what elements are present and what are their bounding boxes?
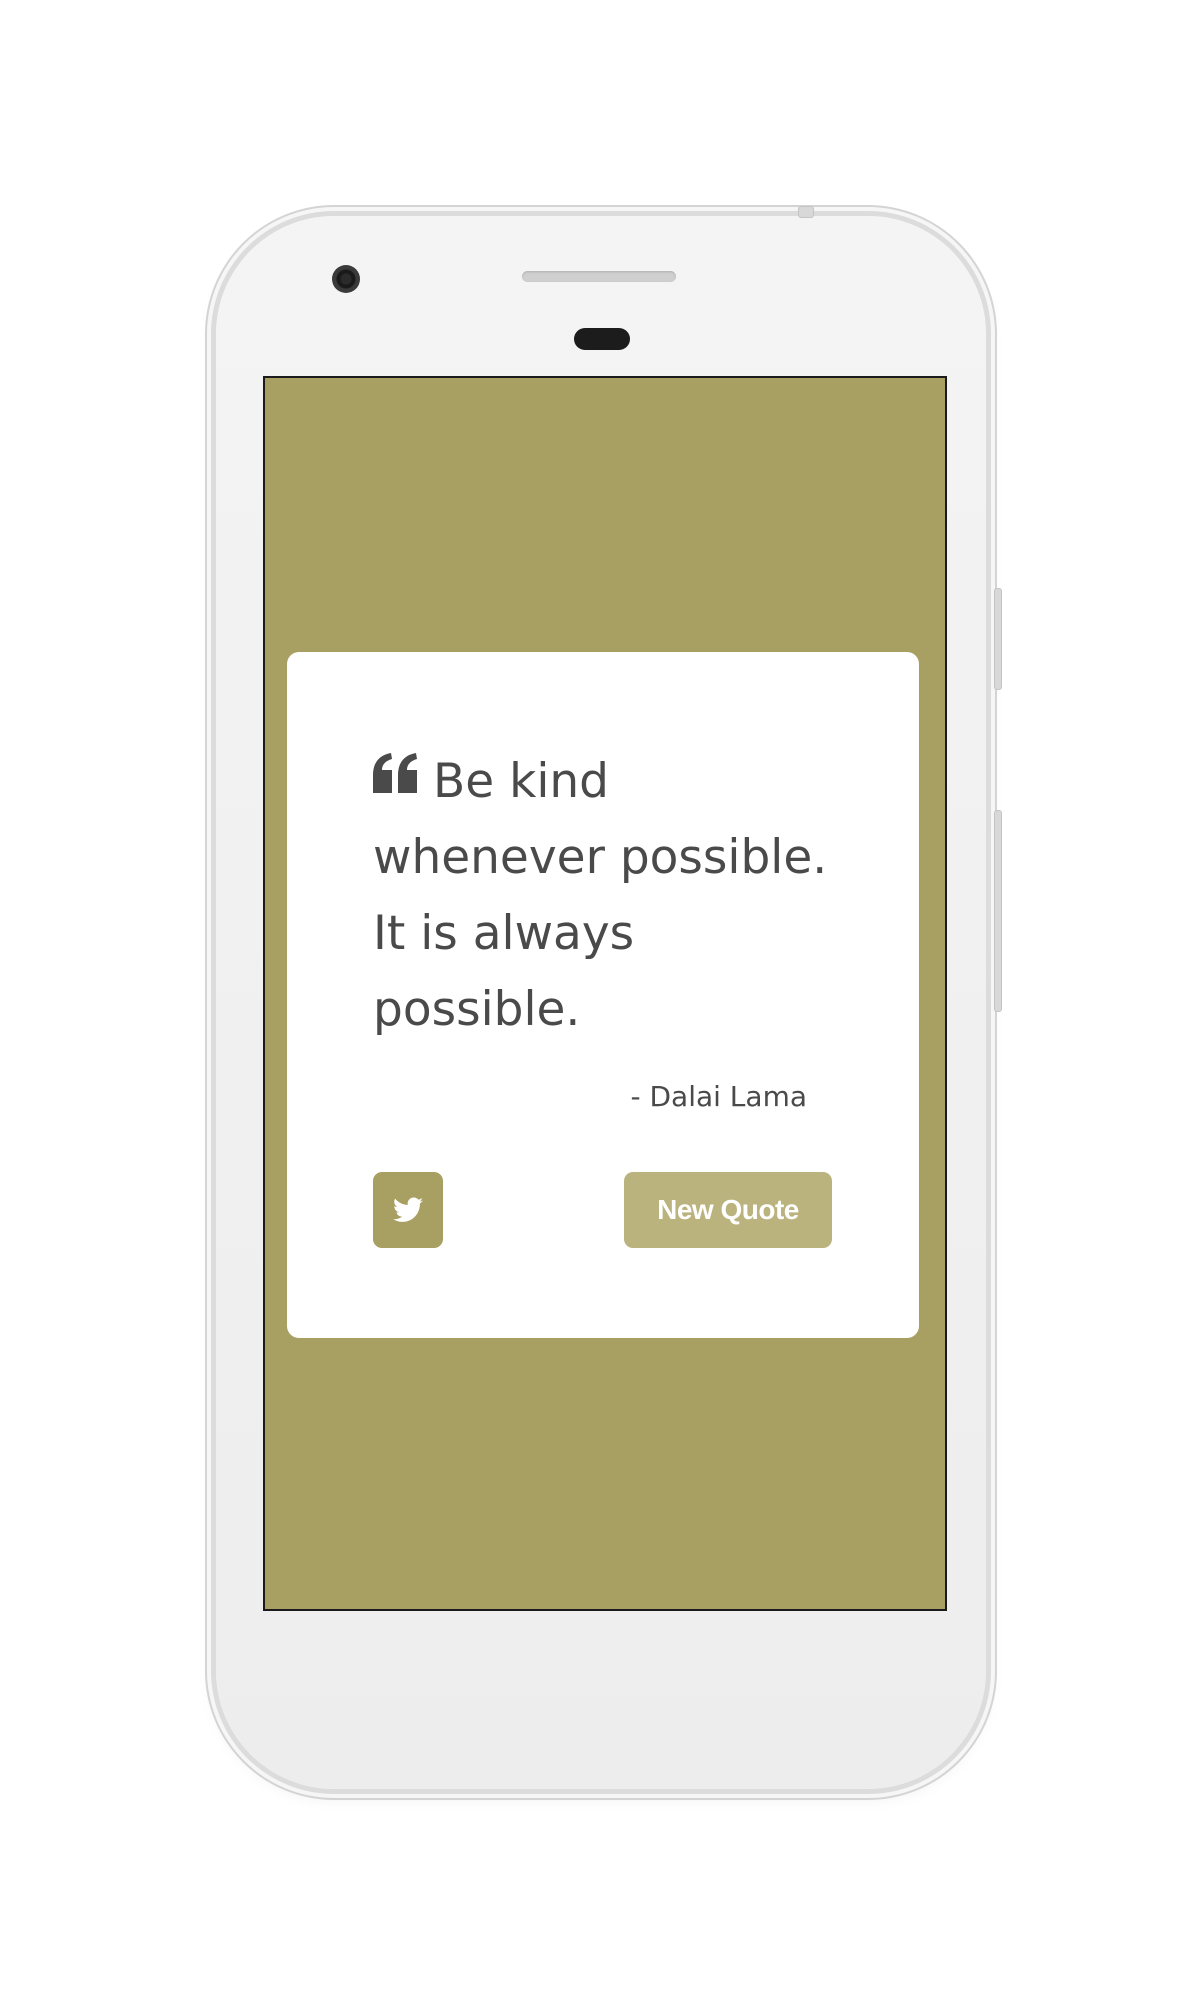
quote-text-block: Be kind whenever possible. It is always …	[373, 744, 843, 1048]
phone-screen: Be kind whenever possible. It is always …	[263, 376, 947, 1611]
tweet-quote-button[interactable]	[373, 1172, 443, 1248]
earpiece-speaker	[522, 271, 676, 282]
power-button	[798, 206, 814, 218]
side-button-upper	[994, 588, 1002, 690]
quote-box: Be kind whenever possible. It is always …	[287, 652, 919, 1338]
quote-author: - Dalai Lama	[630, 1080, 807, 1113]
side-button-lower	[994, 810, 1002, 1012]
front-camera	[332, 265, 360, 293]
quote-text: Be kind whenever possible. It is always …	[373, 754, 828, 1037]
proximity-sensor	[574, 328, 630, 350]
new-quote-button[interactable]: New Quote	[624, 1172, 832, 1248]
quote-left-icon	[373, 753, 417, 793]
twitter-icon	[393, 1197, 423, 1222]
phone-frame: Be kind whenever possible. It is always …	[216, 206, 1002, 1789]
